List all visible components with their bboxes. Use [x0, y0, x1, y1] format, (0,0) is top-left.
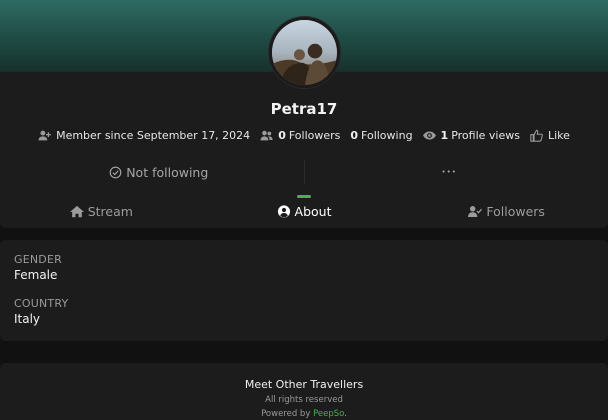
like-label: Like: [547, 128, 570, 142]
user-plus-icon: [38, 130, 51, 140]
tab-followers-label: Followers: [486, 203, 545, 219]
followers-label: Followers: [288, 128, 341, 142]
like-button[interactable]: Like: [530, 129, 570, 142]
field-value: Female: [14, 268, 58, 282]
powered-suffix: .: [344, 409, 347, 419]
thumbs-up-icon: [530, 129, 543, 142]
follow-status-button[interactable]: Not following: [14, 160, 304, 184]
check-circle-icon: [109, 166, 122, 178]
tab-about[interactable]: About: [203, 194, 406, 228]
profile-actions: Not following •••: [14, 160, 594, 184]
eye-icon: [422, 130, 436, 140]
more-options-icon: •••: [441, 168, 457, 176]
tab-about-label: About: [294, 203, 332, 219]
field-label: GENDER: [14, 253, 62, 266]
following-stat[interactable]: 0 Following: [350, 129, 412, 142]
tab-stream[interactable]: Stream: [0, 194, 203, 228]
avatar-photo: [272, 20, 337, 85]
home-icon: [69, 205, 84, 217]
user-check-icon: [468, 205, 483, 217]
profile-tabs: Stream About Followers: [0, 194, 608, 228]
field-value: Italy: [14, 312, 41, 326]
member-since: Member since September 17, 2024: [38, 129, 250, 142]
member-since-text: Member since September 17, 2024: [56, 128, 251, 142]
about-field-country: COUNTRY Italy: [14, 297, 594, 326]
more-options-button[interactable]: •••: [303, 160, 595, 184]
following-label: Following: [361, 128, 413, 142]
profile-username: Petra17: [270, 100, 338, 118]
tab-stream-label: Stream: [87, 203, 133, 219]
site-footer: Meet Other Travellers All rights reserve…: [0, 363, 608, 420]
follow-status-label: Not following: [126, 164, 209, 180]
field-label: COUNTRY: [14, 297, 69, 310]
footer-rights: All rights reserved: [265, 395, 343, 405]
about-section: GENDER Female COUNTRY Italy: [0, 240, 608, 341]
footer-site-title: Meet Other Travellers: [244, 378, 364, 391]
user-circle-icon: [277, 204, 290, 218]
peepso-link[interactable]: PeepSo: [313, 409, 344, 419]
users-icon: [260, 130, 273, 140]
avatar[interactable]: [269, 17, 340, 88]
followers-stat[interactable]: 0 Followers: [260, 129, 340, 142]
profile-meta: Member since September 17, 2024 0 Follow…: [0, 127, 608, 143]
profile-views-count: 1: [440, 128, 449, 142]
about-field-gender: GENDER Female: [14, 253, 594, 282]
profile-views-label: Profile views: [451, 128, 520, 142]
profile-views-stat: 1 Profile views: [422, 128, 520, 142]
followers-count: 0: [278, 128, 286, 142]
footer-powered-by: Powered by PeepSo.: [0, 409, 608, 419]
following-count: 0: [350, 128, 359, 142]
powered-prefix: Powered by: [261, 409, 311, 419]
tab-followers[interactable]: Followers: [405, 194, 608, 228]
